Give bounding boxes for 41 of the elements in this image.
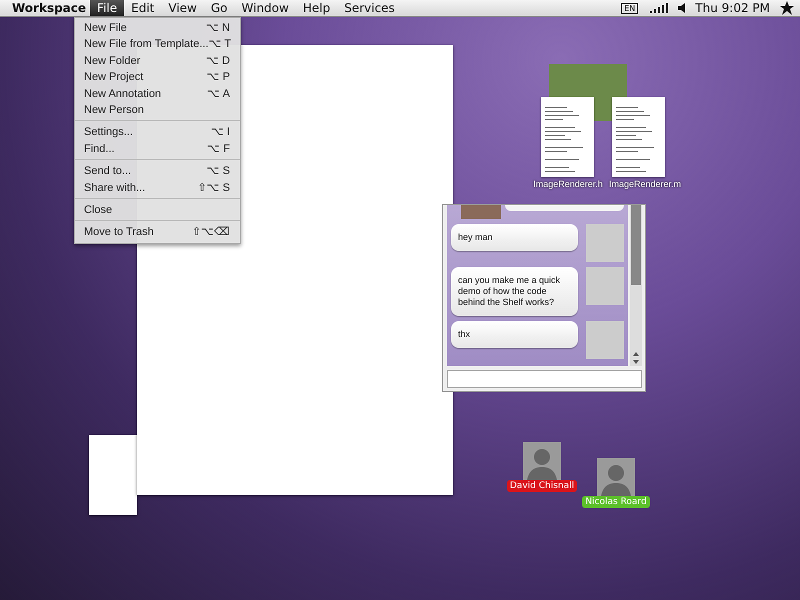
menu-title[interactable]: Services <box>337 0 402 16</box>
avatar-placeholder <box>461 205 501 219</box>
avatar-placeholder <box>586 267 624 305</box>
menu-title[interactable]: View <box>161 0 204 16</box>
menu-title[interactable]: Go <box>204 0 235 16</box>
menu-title[interactable]: Window <box>234 0 296 16</box>
message-input-field[interactable] <box>447 370 642 388</box>
avatar-placeholder <box>586 224 624 262</box>
clock[interactable]: Thu 9:02 PM <box>695 1 770 15</box>
menu-item[interactable]: New Annotation ⌥ A <box>75 86 240 102</box>
menu-item[interactable]: New Project ⌥ P <box>75 69 240 86</box>
message-bubble: can you make me a quick demo of how the code behind the Shelf works? <box>451 267 578 316</box>
menu-item[interactable]: Find... ⌥ F <box>75 140 240 158</box>
code-file-thumbnail[interactable] <box>612 97 665 177</box>
menu-item[interactable]: New File from Template...⌥ T <box>75 36 240 53</box>
file-name[interactable]: ImageRenderer.m <box>609 178 681 190</box>
keyboard-layout-indicator[interactable]: EN <box>621 2 638 14</box>
menu-title[interactable]: Help <box>296 0 338 16</box>
avatar-placeholder <box>586 321 624 359</box>
menu-item[interactable]: New Person <box>75 102 240 118</box>
scroll-bar[interactable] <box>630 205 642 366</box>
menu-item[interactable]: Send to... ⌥ S <box>75 163 240 180</box>
person-name-tag[interactable]: David Chisnall <box>506 480 578 492</box>
scroll-up-icon[interactable] <box>631 350 641 358</box>
menu-item[interactable]: New File ⌥ N <box>75 20 240 36</box>
star-icon[interactable] <box>780 1 794 15</box>
scroll-down-icon[interactable] <box>631 358 641 366</box>
menu-item[interactable]: New Folder ⌥ D <box>75 52 240 70</box>
menu-title[interactable]: File <box>90 0 124 16</box>
menu-item[interactable]: Share with... ⇧⌥ S <box>75 180 240 196</box>
code-file-thumbnail[interactable] <box>541 97 594 177</box>
signal-icon[interactable] <box>650 3 668 13</box>
speaker-icon[interactable] <box>678 3 686 13</box>
menu-item[interactable]: Close <box>75 202 240 218</box>
menu-title[interactable]: Edit <box>124 0 162 16</box>
message-bubble: hey man <box>451 224 578 251</box>
menu-item[interactable]: Settings... ⌥ I <box>75 124 240 141</box>
message-bubble: thx <box>451 321 578 348</box>
file-name[interactable]: ImageRenderer.h <box>532 178 604 190</box>
app-menu[interactable]: Workspace <box>0 0 90 16</box>
menu-item[interactable]: Move to Trash ⇧⌥⌫ <box>75 224 240 241</box>
